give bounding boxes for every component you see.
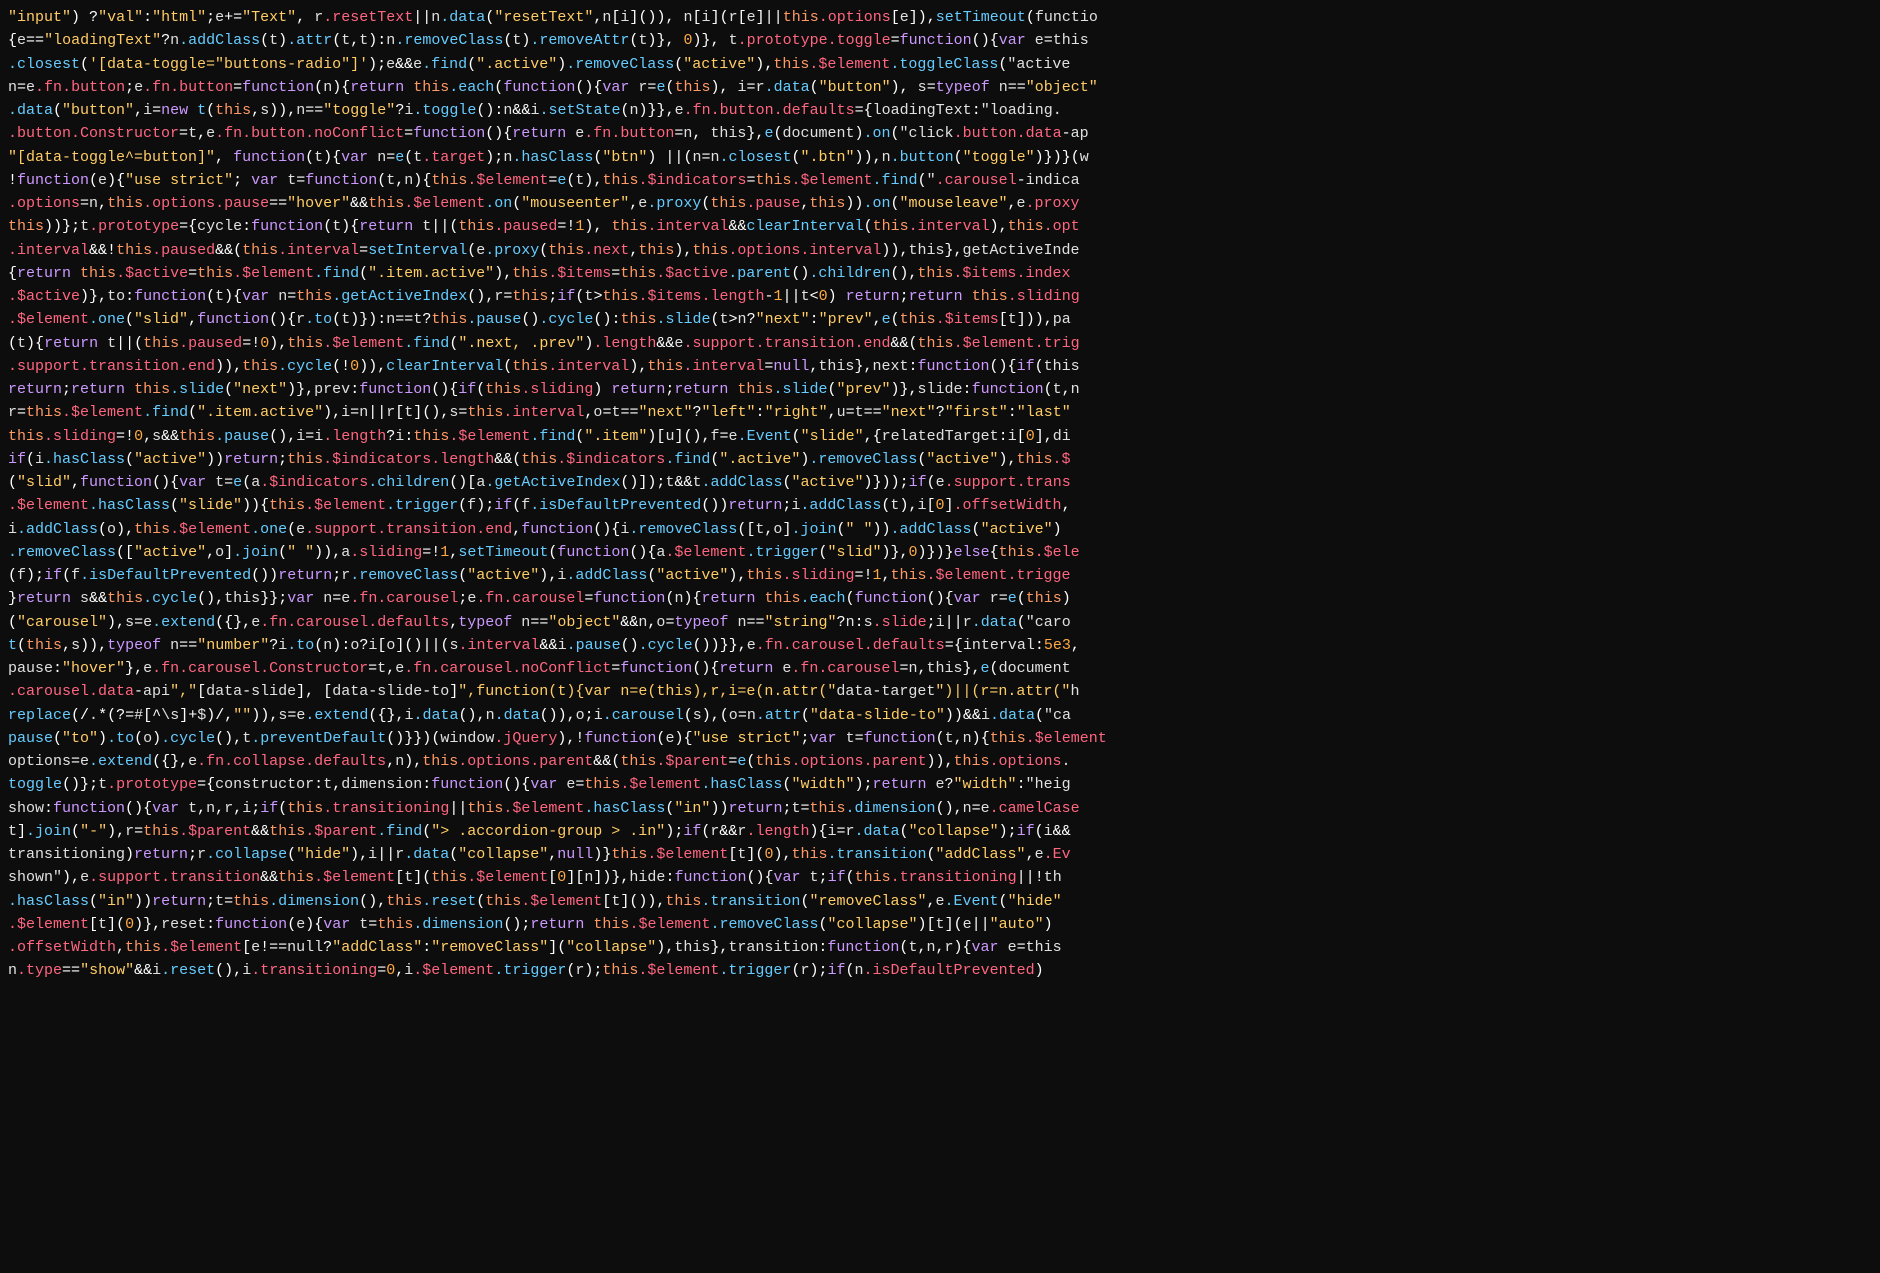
code-line: .button.Constructor=t,e.fn.button.noConf…: [8, 122, 1872, 145]
code-line: return;return this.slide("next")},prev:f…: [8, 378, 1872, 401]
code-line: (t){return t||(this.paused=!0),this.$ele…: [8, 332, 1872, 355]
code-line: .interval&&!this.paused&&(this.interval=…: [8, 239, 1872, 262]
code-line: (f);if(f.isDefaultPrevented())return;r.r…: [8, 564, 1872, 587]
code-line: .data("button",i=new t(this,s)),n=="togg…: [8, 99, 1872, 122]
code-line: pause:"hover"},e.fn.carousel.Constructor…: [8, 657, 1872, 680]
code-line: shown"),e.support.transition&&this.$elem…: [8, 866, 1872, 889]
code-line: this.sliding=!0,s&&this.pause(),i=i.leng…: [8, 425, 1872, 448]
code-line: "input") ?"val":"html";e+="Text", r.rese…: [8, 6, 1872, 29]
code-line: r=this.$element.find(".item.active"),i=n…: [8, 401, 1872, 424]
code-line: .hasClass("in"))return;t=this.dimension(…: [8, 890, 1872, 913]
code-line: .removeClass(["active",o].join(" ")),a.s…: [8, 541, 1872, 564]
code-line: .offsetWidth,this.$element[e!==null?"add…: [8, 936, 1872, 959]
code-line: t].join("-"),r=this.$parent&&this.$paren…: [8, 820, 1872, 843]
code-line: options=e.extend({},e.fn.collapse.defaul…: [8, 750, 1872, 773]
code-line: .$element[t](0)},reset:function(e){var t…: [8, 913, 1872, 936]
code-line: .options=n,this.options.pause=="hover"&&…: [8, 192, 1872, 215]
code-line: toggle()};t.prototype={constructor:t,dim…: [8, 773, 1872, 796]
code-line: .$active)},to:function(t){var n=this.get…: [8, 285, 1872, 308]
code-line: i.addClass(o),this.$element.one(e.suppor…: [8, 518, 1872, 541]
code-line: .support.transition.end)),this.cycle(!0)…: [8, 355, 1872, 378]
code-line: {e=="loadingText"?n.addClass(t).attr(t,t…: [8, 29, 1872, 52]
code-line: t(this,s)),typeof n=="number"?i.to(n):o?…: [8, 634, 1872, 657]
code-line: {return this.$active=this.$element.find(…: [8, 262, 1872, 285]
code-line: show:function(){var t,n,r,i;if(this.tran…: [8, 797, 1872, 820]
code-line: .closest('[data-toggle="buttons-radio"]'…: [8, 53, 1872, 76]
code-viewer: "input") ?"val":"html";e+="Text", r.rese…: [0, 0, 1880, 1273]
code-line: n.type=="show"&&i.reset(),i.transitionin…: [8, 959, 1872, 982]
code-line: if(i.hasClass("active"))return;this.$ind…: [8, 448, 1872, 471]
code-line: .carousel.data-api","[data-slide], [data…: [8, 680, 1872, 703]
code-line: .$element.one("slid",function(){r.to(t)}…: [8, 308, 1872, 331]
code-line: replace(/.*(?=#[^\s]+$)/,"")),s=e.extend…: [8, 704, 1872, 727]
code-line: pause("to").to(o).cycle(),t.preventDefau…: [8, 727, 1872, 750]
code-line: transitioning)return;r.collapse("hide"),…: [8, 843, 1872, 866]
code-line: }return s&&this.cycle(),this}};var n=e.f…: [8, 587, 1872, 610]
code-line: .$element.hasClass("slide")){this.$eleme…: [8, 494, 1872, 517]
code-line: !function(e){"use strict"; var t=functio…: [8, 169, 1872, 192]
code-line: ("slid",function(){var t=e(a.$indicators…: [8, 471, 1872, 494]
code-line: ("carousel"),s=e.extend({},e.fn.carousel…: [8, 611, 1872, 634]
code-line: this))};t.prototype={cycle:function(t){r…: [8, 215, 1872, 238]
code-line: n=e.fn.button;e.fn.button=function(n){re…: [8, 76, 1872, 99]
code-line: "[data-toggle^=button]", function(t){var…: [8, 146, 1872, 169]
